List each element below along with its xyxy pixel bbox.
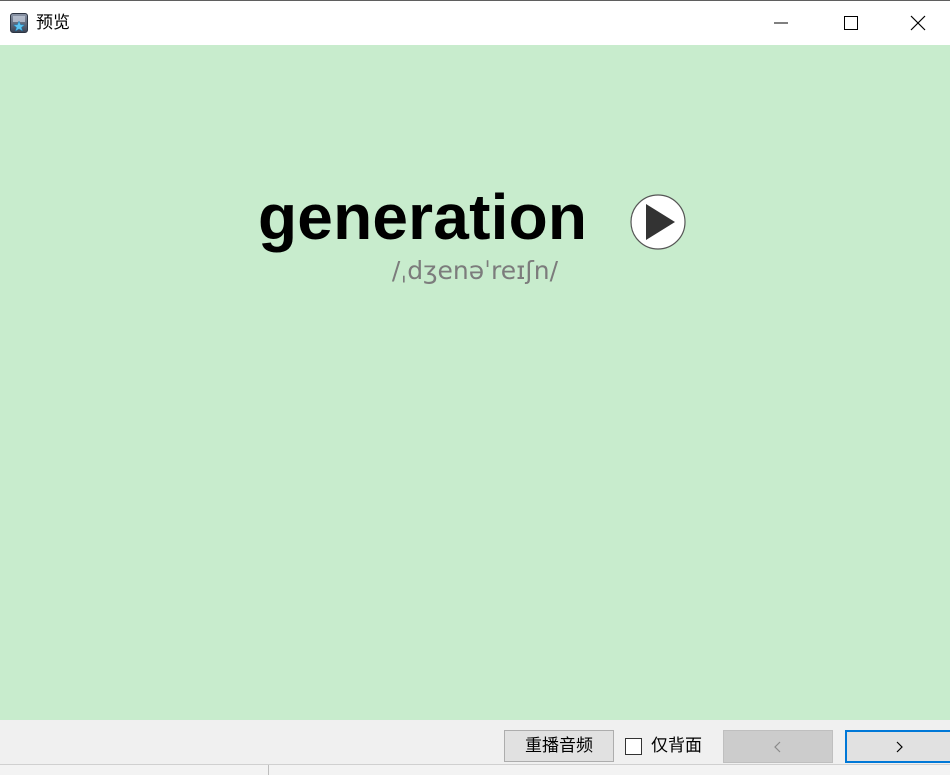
chevron-left-icon [774,741,781,752]
back-only-checkbox[interactable] [625,737,642,755]
app-icon [10,13,28,33]
back-only-option[interactable]: 仅背面 [625,734,702,758]
minimize-button[interactable] [746,1,816,45]
background-window-strip [0,764,950,775]
replay-audio-button[interactable]: 重播音频 [504,730,614,762]
background-divider [268,765,269,775]
minimize-icon [774,22,788,24]
maximize-button[interactable] [816,1,886,45]
phonetic-transcription: /ˌdʒenəˈreɪʃn/ [391,256,559,285]
chevron-right-icon [896,741,903,752]
word-row: generation [0,180,950,260]
bottom-toolbar: 重播音频 仅背面 [0,720,950,764]
card-preview-area: generation /ˌdʒenəˈreɪʃn/ [0,45,950,720]
back-only-label: 仅背面 [651,736,702,756]
previous-button[interactable] [723,730,833,763]
close-icon [910,15,926,31]
window-title: 预览 [36,13,70,33]
maximize-icon [844,16,858,30]
preview-window: 预览 generation /ˌdʒenəˈreɪʃn/ 重播音频 仅背面 [0,0,950,775]
play-icon [630,194,686,250]
card-word: generation [258,181,588,253]
next-button[interactable] [845,730,950,763]
play-audio-button[interactable] [630,194,686,250]
title-bar[interactable]: 预览 [0,0,950,45]
close-button[interactable] [886,1,950,45]
